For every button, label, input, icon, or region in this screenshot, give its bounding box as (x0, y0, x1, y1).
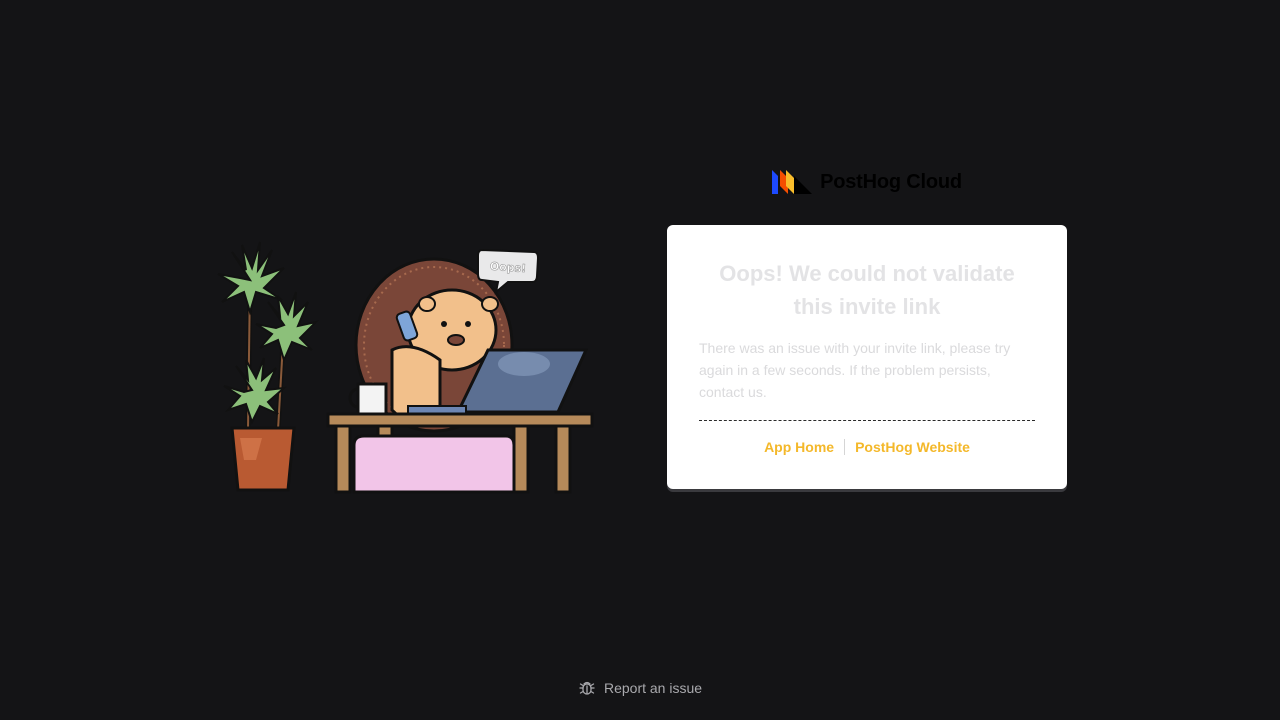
bubble-text: Oops! (489, 260, 526, 276)
divider (699, 420, 1035, 421)
brand-logo: PostHog Cloud (667, 166, 1067, 198)
content-column: PostHog Cloud Oops! We could not validat… (667, 166, 1067, 489)
card-links: App Home PostHog Website (699, 439, 1035, 455)
bug-icon (579, 681, 595, 695)
mug-icon (348, 382, 388, 416)
pot-icon (230, 426, 296, 492)
posthog-logo-icon (772, 170, 813, 194)
posthog-website-link[interactable]: PostHog Website (855, 439, 970, 455)
hedgehog-at-desk-illustration: Oops! (217, 241, 594, 494)
link-separator (844, 439, 846, 455)
report-issue-label: Report an issue (603, 680, 703, 696)
report-issue-button[interactable]: Report an issue (0, 676, 1280, 700)
error-page: Oops! PostHog Cloud Oops! We could not v… (0, 0, 1280, 720)
error-title: Oops! We could not validate this invite … (719, 261, 1015, 319)
app-home-link[interactable]: App Home (764, 439, 834, 455)
error-card: Oops! We could not validate this invite … (667, 225, 1067, 489)
desk-icon (326, 412, 594, 494)
brand-name: PostHog Cloud (820, 170, 962, 193)
plant-icon (217, 241, 320, 431)
error-message: There was an issue with your invite link… (699, 340, 1011, 400)
